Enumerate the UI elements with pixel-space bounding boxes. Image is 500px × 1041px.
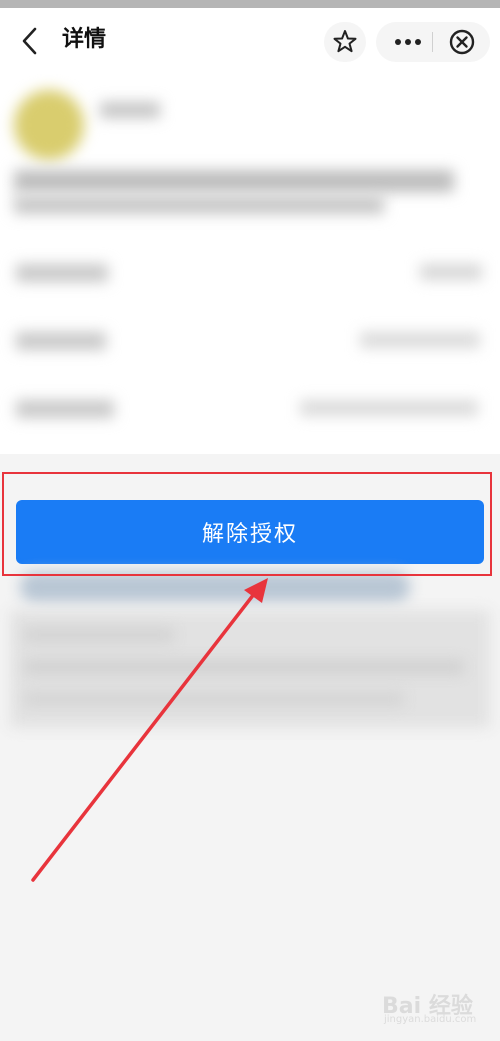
close-circle-icon <box>449 29 475 55</box>
navigation-bar: 详情 <box>0 8 500 74</box>
blurred-row-value <box>420 264 482 280</box>
blurred-footer-line <box>24 660 464 674</box>
blurred-row-label <box>16 332 106 350</box>
blurred-description-line <box>14 170 454 192</box>
favorite-button[interactable] <box>324 22 366 62</box>
close-button[interactable] <box>438 22 486 62</box>
blurred-row-label <box>16 400 114 418</box>
blurred-hint-strip <box>20 572 410 602</box>
blurred-footer-line <box>24 692 404 706</box>
blurred-row-label <box>16 264 108 282</box>
blurred-app-name <box>100 102 160 118</box>
avatar <box>14 90 84 160</box>
capsule-divider <box>432 32 433 52</box>
watermark-logo: Bai 经验 jingyan.baidu.com <box>382 986 492 1030</box>
blurred-row-value <box>360 332 480 348</box>
blurred-row-value <box>300 400 478 416</box>
blurred-detail-card <box>0 74 500 454</box>
mini-program-capsule <box>376 22 490 62</box>
watermark-subtext: jingyan.baidu.com <box>384 1014 477 1025</box>
blurred-footer-line <box>24 628 174 642</box>
page-title: 详情 <box>62 27 107 52</box>
star-outline-icon <box>333 30 357 53</box>
more-button[interactable] <box>384 22 432 62</box>
blurred-description-line <box>14 196 384 214</box>
back-button[interactable] <box>14 24 48 58</box>
chevron-left-icon <box>22 27 37 55</box>
status-bar-strip <box>0 0 500 8</box>
more-dots-icon <box>395 39 421 45</box>
highlight-annotation-box <box>2 472 492 576</box>
